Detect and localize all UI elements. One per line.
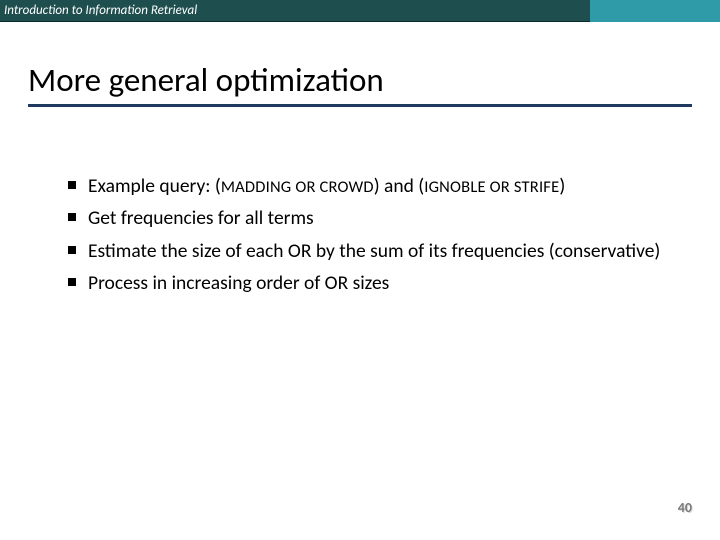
bullet-smallcaps: MADDING OR CROWD [221,177,374,197]
header-bar: Introduction to Information Retrieval [0,0,720,22]
slide-title: More general optimization [28,60,692,100]
bullet-text: Get frequencies for all terms [88,206,314,230]
bullet-text-mid: ) and ( [374,174,424,198]
title-underline [28,104,692,107]
bullet-smallcaps: IGNOBLE OR STRIFE [424,177,559,197]
bullet-text: Estimate the size of each OR by the sum … [88,239,660,263]
bullet-item: Process in increasing order of OR sizes [68,270,680,296]
header-text: Introduction to Information Retrieval [4,3,197,18]
bullet-text: Process in increasing order of OR sizes [88,271,389,295]
title-area: More general optimization [0,22,720,117]
header-right [590,0,720,22]
bullet-list: Example query: (MADDING OR CROWD) and (I… [68,173,680,296]
bullet-item: Get frequencies for all terms [68,205,680,231]
bullet-text-pre: Example query: ( [88,174,221,198]
header-left: Introduction to Information Retrieval [0,0,590,22]
bullet-text-post: ) [559,174,565,198]
bullet-item: Estimate the size of each OR by the sum … [68,238,680,264]
bullet-item: Example query: (MADDING OR CROWD) and (I… [68,173,680,199]
page-number: 40 [678,499,692,516]
content: Example query: (MADDING OR CROWD) and (I… [0,117,720,296]
